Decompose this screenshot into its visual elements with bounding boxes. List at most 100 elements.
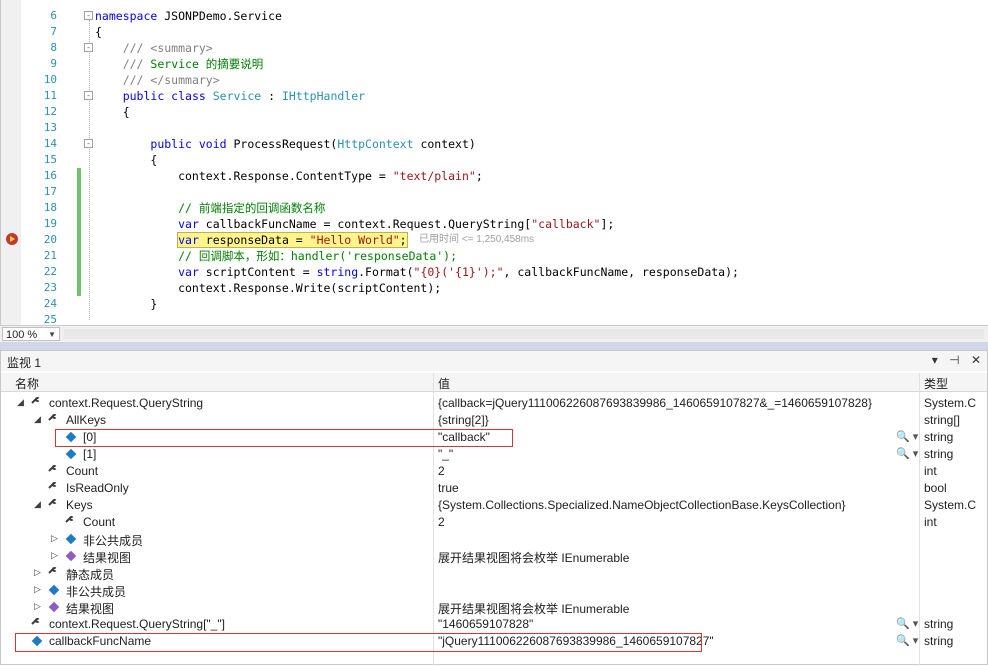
code-line[interactable]: 22 var scriptContent = string.Format("{0… [1, 264, 961, 280]
code-text[interactable]: context.Response.Write(scriptContent); [95, 280, 441, 296]
panel-splitter[interactable] [0, 342, 988, 350]
watch-name[interactable]: AllKeys [66, 413, 106, 427]
watch-row[interactable]: context.Request.QueryString["_"] "1460659… [1, 616, 987, 633]
code-line[interactable]: 16 context.Response.ContentType = "text/… [1, 168, 961, 184]
watch-value[interactable]: true [438, 481, 459, 495]
code-line[interactable]: 21 // 回调脚本，形如：handler('responseData'); [1, 248, 961, 264]
watch-value[interactable]: "_" [438, 447, 453, 461]
watch-name[interactable]: 结果视图 [66, 600, 114, 617]
watch-value[interactable]: 2 [438, 464, 445, 478]
watch-row[interactable]: ▷ 非公共成员 [1, 531, 987, 548]
text-visualizer-icon[interactable]: 🔍 ▾ [896, 430, 918, 443]
field-icon [65, 448, 77, 460]
code-line[interactable]: 15 { [1, 152, 961, 168]
code-text[interactable]: } [95, 296, 157, 312]
watch-value[interactable]: {string[2]} [438, 413, 489, 427]
collapse-arrow-icon[interactable]: ◢ [17, 397, 27, 408]
text-visualizer-icon[interactable]: 🔍 ▾ [896, 617, 918, 630]
expand-arrow-icon[interactable]: ▷ [51, 550, 61, 561]
watch-name[interactable]: [1] [83, 447, 96, 461]
code-line[interactable]: 23 context.Response.Write(scriptContent)… [1, 280, 961, 296]
code-text[interactable]: namespace JSONPDemo.Service [95, 8, 282, 24]
watch-row[interactable]: IsReadOnly true bool [1, 480, 987, 497]
code-line[interactable]: 13 [1, 120, 961, 136]
watch-value[interactable]: 2 [438, 515, 445, 529]
code-text[interactable]: context.Response.ContentType = "text/pla… [95, 168, 483, 184]
code-text[interactable]: var callbackFuncName = context.Request.Q… [95, 216, 614, 232]
expand-arrow-icon[interactable]: ▷ [34, 601, 44, 612]
collapse-arrow-icon[interactable]: ◢ [34, 414, 44, 425]
code-text[interactable]: public void ProcessRequest(HttpContext c… [95, 136, 475, 152]
watch-row[interactable]: ▷ 非公共成员 [1, 582, 987, 599]
code-text[interactable]: // 前端指定的回调函数名称 [95, 200, 325, 216]
code-line[interactable]: 17 [1, 184, 961, 200]
code-text[interactable]: { [95, 152, 157, 168]
text-visualizer-icon[interactable]: 🔍 ▾ [896, 447, 918, 460]
watch-name[interactable]: IsReadOnly [66, 481, 129, 495]
code-line[interactable]: 25 [1, 312, 961, 325]
code-text[interactable]: { [95, 24, 102, 40]
watch-name[interactable]: 非公共成员 [83, 532, 143, 549]
expand-arrow-icon[interactable]: ▷ [51, 533, 61, 544]
code-text[interactable]: { [95, 104, 130, 120]
column-header-name[interactable]: 名称 [15, 375, 39, 392]
watch-row[interactable]: ▷ 结果视图 展开结果视图将会枚举 IEnumerable [1, 548, 987, 565]
watch-name[interactable]: 静态成员 [66, 566, 114, 583]
watch-name[interactable]: context.Request.QueryString [49, 396, 203, 410]
watch-name[interactable]: Count [66, 464, 98, 478]
code-line[interactable]: 19 var callbackFuncName = context.Reques… [1, 216, 961, 232]
window-position-icon[interactable]: ▾ [932, 353, 938, 367]
watch-row[interactable]: Count 2 int [1, 463, 987, 480]
expand-arrow-icon[interactable]: ▷ [34, 584, 44, 595]
code-text[interactable]: var scriptContent = string.Format("{0}('… [95, 264, 739, 280]
code-line[interactable]: 14 - public void ProcessRequest(HttpConte… [1, 136, 961, 152]
watch-value[interactable]: {System.Collections.Specialized.NameObje… [438, 498, 846, 512]
code-line[interactable]: 18 // 前端指定的回调函数名称 [1, 200, 961, 216]
expand-arrow-icon[interactable]: ▷ [34, 567, 44, 578]
watch-row[interactable]: ▷ 结果视图 展开结果视图将会枚举 IEnumerable [1, 599, 987, 616]
code-line[interactable]: 9 /// Service 的摘要说明 [1, 56, 961, 72]
code-editor[interactable]: 6- namespace JSONPDemo.Service 7{8- /// <s… [0, 0, 988, 325]
collapse-icon[interactable]: - [84, 91, 93, 100]
watch-row[interactable]: ◢ Keys {System.Collections.Specialized.Nam… [1, 497, 987, 514]
watch-name[interactable]: 结果视图 [83, 549, 131, 566]
watch-row[interactable]: ◢ context.Request.QueryString {callback=jQ… [1, 395, 987, 412]
watch-row[interactable]: ▷ 静态成员 [1, 565, 987, 582]
text-visualizer-icon[interactable]: 🔍 ▾ [896, 634, 918, 647]
collapse-icon[interactable]: - [84, 139, 93, 148]
code-text[interactable]: var responseData = "Hello World"; [95, 232, 408, 248]
watch-value[interactable]: {callback=jQuery111006226087693839986_14… [438, 396, 872, 410]
code-line[interactable]: 7{ [1, 24, 961, 40]
collapse-icon[interactable]: - [84, 43, 93, 52]
code-text[interactable]: // 回调脚本，形如：handler('responseData'); [95, 248, 457, 264]
watch-name[interactable]: Count [83, 515, 115, 529]
close-icon[interactable]: ✕ [971, 353, 981, 367]
watch-type: string [924, 430, 954, 444]
code-text[interactable]: /// <summary> [95, 40, 213, 56]
code-line[interactable]: 6 - namespace JSONPDemo.Service [1, 8, 961, 24]
watch-row[interactable]: Count 2 int [1, 514, 987, 531]
code-line[interactable]: 12 { [1, 104, 961, 120]
watch-value[interactable]: 展开结果视图将会枚举 IEnumerable [438, 600, 629, 617]
collapse-icon[interactable]: - [84, 11, 93, 20]
watch-row[interactable]: [1] "_" 🔍 ▾ string [1, 446, 987, 463]
horizontal-scrollbar[interactable] [64, 329, 984, 339]
watch-row[interactable]: ◢ AllKeys {string[2]} string[] [1, 412, 987, 429]
watch-value[interactable]: 展开结果视图将会枚举 IEnumerable [438, 549, 629, 566]
watch-name[interactable]: 非公共成员 [66, 583, 126, 600]
zoom-combo[interactable]: 100 % ▼ [2, 327, 60, 341]
code-text[interactable]: /// </summary> [95, 72, 220, 88]
code-text[interactable]: /// Service 的摘要说明 [95, 56, 264, 72]
watch-name[interactable]: context.Request.QueryString["_"] [49, 617, 225, 631]
pin-icon[interactable]: ⊣ [949, 353, 959, 367]
watch-name[interactable]: Keys [66, 498, 93, 512]
code-line[interactable]: 11 - public class Service : IHttpHandler [1, 88, 961, 104]
code-line[interactable]: 8 - /// <summary> [1, 40, 961, 56]
code-line[interactable]: 24 } [1, 296, 961, 312]
code-text[interactable]: public class Service : IHttpHandler [95, 88, 365, 104]
collapse-arrow-icon[interactable]: ◢ [34, 499, 44, 510]
column-header-value[interactable]: 值 [438, 375, 450, 392]
column-header-type[interactable]: 类型 [924, 375, 948, 392]
watch-value[interactable]: "1460659107828" [438, 617, 533, 631]
code-line[interactable]: 10 /// </summary> [1, 72, 961, 88]
